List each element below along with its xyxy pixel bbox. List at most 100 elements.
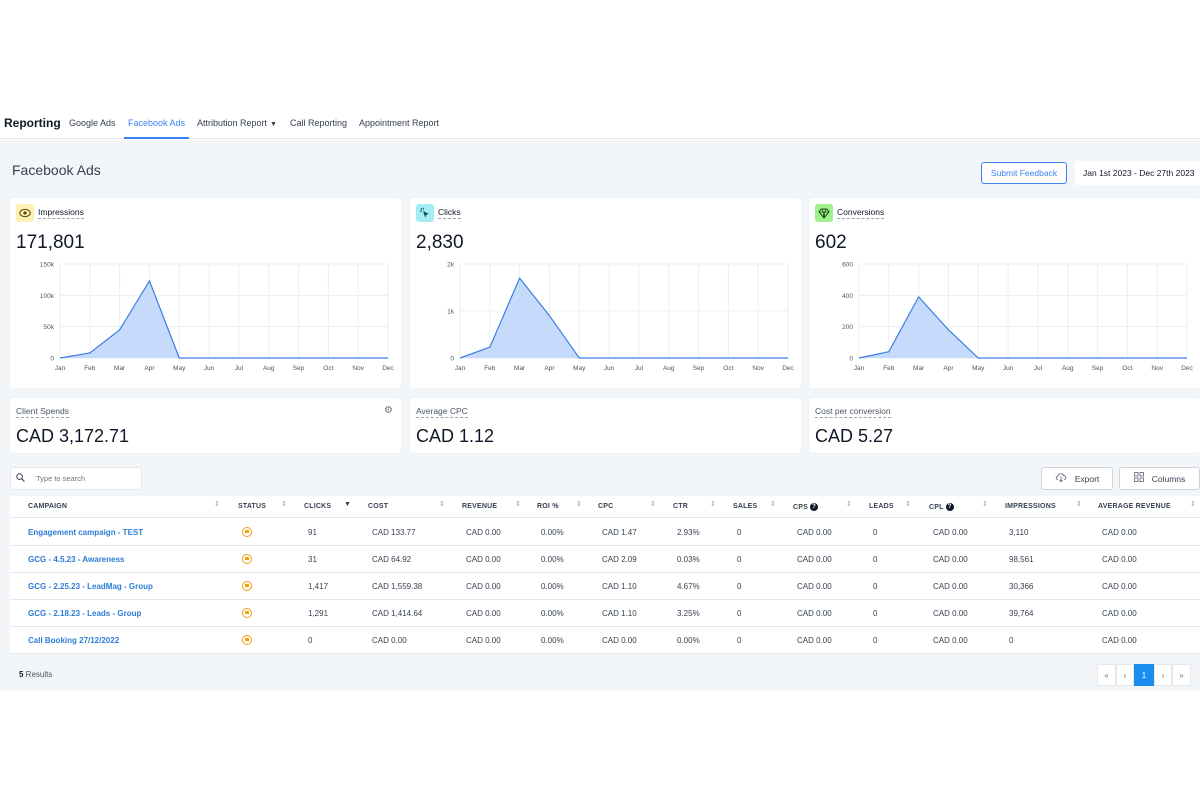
pager-prev-button[interactable]: ‹ [1116,664,1134,686]
date-range-picker[interactable]: Jan 1st 2023 - Dec 27th 2023 [1075,161,1200,185]
sort-icon[interactable]: ⇕ [576,501,582,508]
table-row[interactable]: GCG - 2.25.23 - LeadMag - Group 1,417 CAD … [10,573,1200,600]
sort-icon[interactable]: ⇕ [1076,501,1082,508]
impressions-label[interactable]: Impressions [38,207,84,219]
paused-status-icon[interactable] [242,527,252,537]
pager-last-button[interactable]: » [1172,664,1191,686]
col-cpl[interactable]: CPL? [929,503,954,511]
x-tick-label: Oct [723,365,733,372]
columns-button[interactable]: Columns [1119,467,1200,490]
sort-icon[interactable]: ⇕ [770,501,776,508]
table-row[interactable]: GCG - 2.18.23 - Leads - Group 1,291 CAD 1,… [10,600,1200,627]
y-tick-label: 2k [447,262,455,269]
cloud-download-icon [1055,472,1067,485]
pager-page-1[interactable]: 1 [1134,664,1154,686]
col-cpl-label: CPL [929,503,944,511]
cost-per-conversion-label[interactable]: Cost per conversion [815,406,891,418]
cell-campaign-name[interactable]: Engagement campaign - TEST [28,528,143,537]
col-roi[interactable]: ROI % [537,503,559,510]
help-icon[interactable]: ? [810,503,818,511]
table-row[interactable]: GCG - 4.5.23 - Awareness 31 CAD 64.92 CAD 0… [10,546,1200,573]
y-tick-label: 600 [842,262,853,269]
cell-campaign-name[interactable]: Call Booking 27/12/2022 [28,636,119,645]
gear-icon[interactable]: ⚙ [384,405,393,416]
tab-appointment-report[interactable]: Appointment Report [359,118,439,137]
col-impressions[interactable]: IMPRESSIONS [1005,503,1056,510]
cell-sales: 0 [737,609,742,618]
sort-desc-icon[interactable]: ▼ [344,501,351,508]
cell-leads: 0 [873,609,878,618]
col-revenue[interactable]: REVENUE [462,503,497,510]
x-tick-label: Oct [1122,365,1132,372]
submit-feedback-button[interactable]: Submit Feedback [981,162,1067,184]
x-tick-label: Feb [484,365,496,372]
cell-leads: 0 [873,555,878,564]
col-average-revenue[interactable]: AVERAGE REVENUE [1098,503,1171,510]
sort-icon[interactable]: ⇕ [515,501,521,508]
sort-icon[interactable]: ⇕ [214,501,220,508]
sort-icon[interactable]: ⇕ [982,501,988,508]
cell-sales: 0 [737,636,742,645]
x-tick-label: Dec [1181,365,1193,372]
cell-cpc: CAD 1.47 [602,528,637,537]
col-status[interactable]: STATUS [238,503,266,510]
conversions-label[interactable]: Conversions [837,207,885,219]
cell-revenue: CAD 0.00 [466,555,501,564]
x-tick-label: Jan [55,365,66,372]
x-tick-label: Jul [1034,365,1043,372]
sort-icon[interactable]: ⇕ [846,501,852,508]
export-button[interactable]: Export [1041,467,1113,490]
brand-title: Reporting [4,116,61,130]
cell-cpl: CAD 0.00 [933,636,968,645]
search-input[interactable] [36,474,136,483]
sort-icon[interactable]: ⇕ [905,501,911,508]
y-tick-label: 400 [842,293,853,300]
cell-campaign-name[interactable]: GCG - 4.5.23 - Awareness [28,555,125,564]
sort-icon[interactable]: ⇕ [281,501,287,508]
top-nav: Reporting Google Ads Facebook Ads Attrib… [0,108,1200,139]
client-spends-label[interactable]: Client Spends [16,406,69,418]
average-cpc-label[interactable]: Average CPC [416,406,468,418]
sort-icon[interactable]: ⇕ [650,501,656,508]
col-clicks[interactable]: CLICKS [304,503,331,510]
table-row[interactable]: Call Booking 27/12/2022 0 CAD 0.00 CAD 0.00… [10,627,1200,654]
cell-clicks: 1,291 [308,609,329,618]
col-leads[interactable]: LEADS [869,503,894,510]
cell-cpl: CAD 0.00 [933,582,968,591]
sort-icon[interactable]: ⇕ [1190,501,1196,508]
tab-google-ads[interactable]: Google Ads [69,118,116,137]
cell-campaign-name[interactable]: GCG - 2.18.23 - Leads - Group [28,609,141,618]
col-sales[interactable]: SALES [733,503,757,510]
x-tick-label: Jan [854,365,865,372]
x-tick-label: Aug [1062,365,1074,372]
col-campaign[interactable]: CAMPAIGN [28,503,67,510]
cell-revenue: CAD 0.00 [466,582,501,591]
x-tick-label: Apr [544,365,555,372]
clicks-label[interactable]: Clicks [438,207,461,219]
paused-status-icon[interactable] [242,635,252,645]
col-ctr[interactable]: CTR [673,503,688,510]
cell-cps: CAD 0.00 [797,555,832,564]
help-icon[interactable]: ? [945,503,954,511]
col-cost[interactable]: COST [368,503,388,510]
paused-status-icon[interactable] [242,581,252,591]
col-cpc[interactable]: CPC [598,503,613,510]
cell-clicks: 1,417 [308,582,329,591]
sort-icon[interactable]: ⇕ [439,501,445,508]
cell-cps: CAD 0.00 [797,636,832,645]
series-area [60,280,388,358]
cell-cost: CAD 0.00 [372,636,407,645]
cell-average-revenue: CAD 0.00 [1102,555,1137,564]
tab-call-reporting[interactable]: Call Reporting [290,118,347,137]
pager-first-button[interactable]: « [1097,664,1116,686]
col-cps[interactable]: CPS? [793,503,818,511]
pager-next-button[interactable]: › [1154,664,1172,686]
paused-status-icon[interactable] [242,554,252,564]
x-tick-label: Mar [913,365,925,372]
tab-attribution-report[interactable]: Attribution Report ▼ [197,118,277,137]
cell-campaign-name[interactable]: GCG - 2.25.23 - LeadMag - Group [28,582,153,591]
tab-facebook-ads[interactable]: Facebook Ads [124,118,190,139]
sort-icon[interactable]: ⇕ [710,501,716,508]
paused-status-icon[interactable] [242,608,252,618]
table-row[interactable]: Engagement campaign - TEST 91 CAD 133.77 CA… [10,519,1200,546]
